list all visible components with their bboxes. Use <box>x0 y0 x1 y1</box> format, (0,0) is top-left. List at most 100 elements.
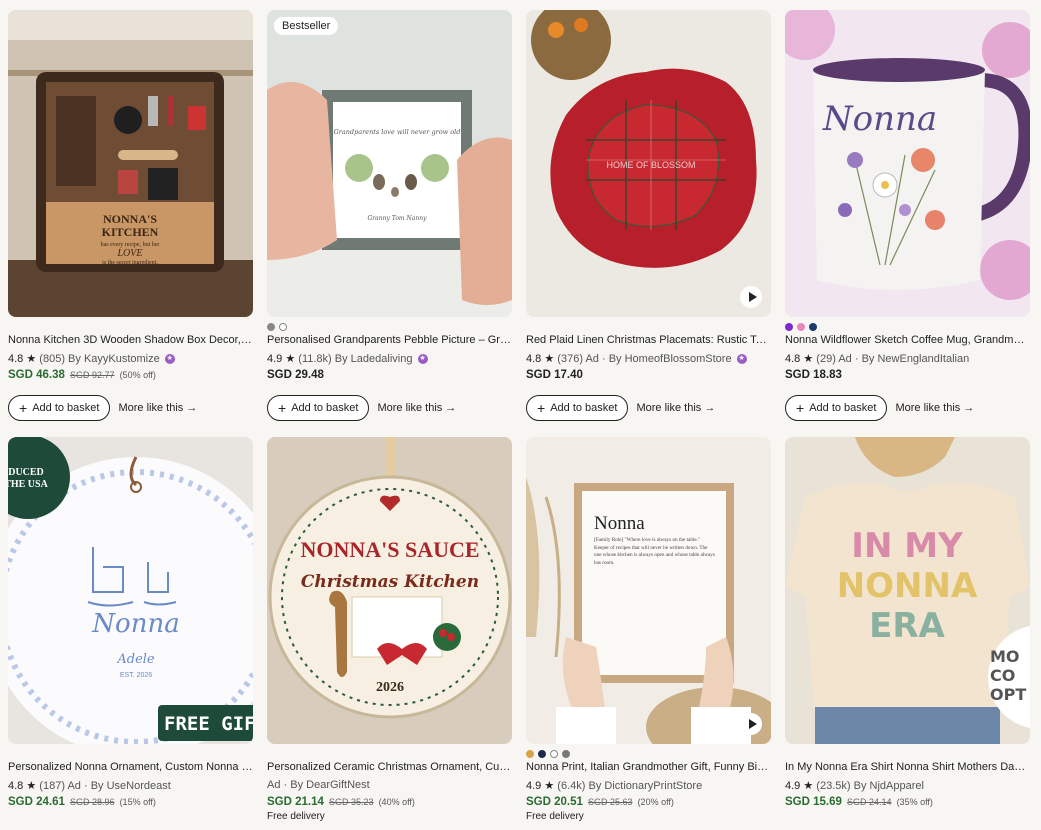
product-title[interactable]: Nonna Print, Italian Grandmother Gift, F… <box>526 761 771 773</box>
star-icon: ★ <box>803 780 814 792</box>
discount: (50% off) <box>119 370 156 380</box>
add-to-basket-button[interactable]: + Add to basket <box>8 395 111 421</box>
seller-name[interactable]: By DearGiftNest <box>290 779 369 791</box>
swatch[interactable] <box>550 750 558 758</box>
product-card[interactable]: NONNA'S KITCHEN has every recipe, but he… <box>8 10 253 421</box>
product-rating: 4.8 ★ (805) By KayyKustomize ★ <box>8 352 175 365</box>
product-title[interactable]: In My Nonna Era Shirt Nonna Shirt Mother… <box>785 761 1030 773</box>
print-text: [Family Role] "Where love is always on t… <box>594 537 715 566</box>
star-icon: ★ <box>544 353 555 365</box>
card-actions: + Add to basket More like this → <box>8 395 197 421</box>
discount: (20% off) <box>637 797 674 807</box>
free-delivery-label: Free delivery <box>526 811 584 822</box>
swatch[interactable] <box>267 323 275 331</box>
badge-text: MO CO OPT <box>990 647 1027 704</box>
link-label: More like this <box>377 402 443 414</box>
seller-name[interactable]: By KayyKustomize <box>68 353 160 365</box>
separator: · <box>83 780 88 792</box>
product-title[interactable]: Nonna Kitchen 3D Wooden Shadow Box Decor… <box>8 334 253 346</box>
product-price: SGD 20.51 SGD 25.63 (20% off) <box>526 796 674 808</box>
swatch[interactable] <box>809 323 817 331</box>
ornament-text: Adele <box>116 652 155 667</box>
seller-name[interactable]: By HomeofBlossomStore <box>609 353 732 365</box>
seller-name[interactable]: By UseNordeast <box>91 780 171 792</box>
product-image[interactable]: Grandparents love will never grow old Gr… <box>267 10 512 317</box>
link-label: More like this <box>895 402 961 414</box>
star-icon: ★ <box>544 780 555 792</box>
more-like-this-link[interactable]: More like this → <box>895 402 974 414</box>
product-price: SGD 18.83 <box>785 369 842 381</box>
seller-name[interactable]: By NewEnglandItalian <box>862 353 970 365</box>
free-delivery-label: Free delivery <box>267 811 325 822</box>
card-actions: + Add to basket More like this → <box>267 395 456 421</box>
product-image[interactable]: NONNA'S KITCHEN has every recipe, but he… <box>8 10 253 317</box>
swatch[interactable] <box>797 323 805 331</box>
art-text: KITCHEN <box>102 225 159 239</box>
product-title[interactable]: Nonna Wildflower Sketch Coffee Mug, Gran… <box>785 334 1030 346</box>
seller-name[interactable]: By DictionaryPrintStore <box>588 780 702 792</box>
product-card[interactable]: HOME OF BLOSSOM Red Plaid Linen Christma… <box>526 10 771 421</box>
review-count: (23.5k) <box>816 780 851 792</box>
add-to-basket-button[interactable]: + Add to basket <box>526 395 629 421</box>
product-card[interactable]: NONNA'S SAUCE Christmas Kitchen 2026 Per… <box>267 437 512 822</box>
play-video-icon[interactable] <box>740 286 762 308</box>
price: SGD 18.83 <box>785 369 842 381</box>
product-rating: 4.8 ★ (187) Ad · By UseNordeast <box>8 779 171 792</box>
ornament-text: NONNA'S SAUCE <box>300 537 479 562</box>
star-icon: ★ <box>803 353 814 365</box>
add-to-basket-button[interactable]: + Add to basket <box>267 395 370 421</box>
arrow-right-icon: → <box>963 402 975 414</box>
product-card[interactable]: Nonna Adele EST. 2026 DUCED THE USA FREE… <box>8 437 253 808</box>
ad-label: Ad <box>67 780 81 792</box>
swatch[interactable] <box>785 323 793 331</box>
product-image[interactable]: Nonna <box>785 10 1030 317</box>
shirt-text: ERA <box>869 606 945 646</box>
product-image[interactable]: Nonna [Family Role] "Where love is alway… <box>526 437 771 744</box>
product-image[interactable]: IN MY NONNA ERA MO CO OPT <box>785 437 1030 744</box>
product-rating: 4.9 ★ (11.8k) By Ladedaliving ★ <box>267 352 428 365</box>
product-title[interactable]: Personalised Grandparents Pebble Picture… <box>267 334 512 346</box>
product-title[interactable]: Personalized Ceramic Christmas Ornament,… <box>267 761 512 773</box>
button-label: Add to basket <box>550 402 618 414</box>
product-card[interactable]: Nonna [Family Role] "Where love is alway… <box>526 437 771 822</box>
product-rating: Ad · By DearGiftNest <box>267 779 370 791</box>
product-card[interactable]: Nonna Nonna Wildflower Sketch Coffee Mug… <box>785 10 1030 421</box>
more-like-this-link[interactable]: More like this → <box>377 402 456 414</box>
art-text: is the secret ingredient. <box>102 260 158 266</box>
product-price: SGD 21.14 SGD 35.23 (40% off) <box>267 796 415 808</box>
product-image[interactable]: Nonna Adele EST. 2026 DUCED THE USA FREE… <box>8 437 253 744</box>
art-text: LOVE <box>117 248 143 259</box>
more-like-this-link[interactable]: More like this → <box>636 402 715 414</box>
product-card[interactable]: Grandparents love will never grow old Gr… <box>267 10 512 421</box>
swatch[interactable] <box>526 750 534 758</box>
color-swatches <box>785 323 817 331</box>
product-title[interactable]: Red Plaid Linen Christmas Placemats: Rus… <box>526 334 771 346</box>
color-swatches <box>526 750 570 758</box>
discount: (15% off) <box>119 797 156 807</box>
product-image[interactable]: HOME OF BLOSSOM <box>526 10 771 317</box>
product-card[interactable]: IN MY NONNA ERA MO CO OPT In My Nonna Er… <box>785 437 1030 808</box>
star-seller-icon: ★ <box>164 354 175 365</box>
product-title[interactable]: Personalized Nonna Ornament, Custom Nonn… <box>8 761 253 773</box>
product-rating: 4.8 ★ (376) Ad · By HomeofBlossomStore ★ <box>526 352 747 365</box>
ornament-text: Nonna <box>91 609 179 639</box>
more-like-this-link[interactable]: More like this → <box>118 402 197 414</box>
rating-value: 4.9 <box>526 780 542 792</box>
review-count: (29) <box>816 353 836 365</box>
seller-name[interactable]: By Ladedaliving <box>335 353 413 365</box>
button-label: Add to basket <box>809 402 877 414</box>
add-to-basket-button[interactable]: + Add to basket <box>785 395 888 421</box>
swatch[interactable] <box>279 323 287 331</box>
arrow-right-icon: → <box>704 402 716 414</box>
swatch[interactable] <box>538 750 546 758</box>
star-seller-icon: ★ <box>736 354 747 365</box>
swatch[interactable] <box>562 750 570 758</box>
ad-label: Ad <box>838 353 852 365</box>
sale-price: SGD 20.51 <box>526 796 583 808</box>
product-price: SGD 17.40 <box>526 369 583 381</box>
plus-icon: + <box>278 400 287 416</box>
product-image[interactable]: NONNA'S SAUCE Christmas Kitchen 2026 <box>267 437 512 744</box>
seller-name[interactable]: By NjdApparel <box>854 780 924 792</box>
plus-icon: + <box>796 400 805 416</box>
play-video-icon[interactable] <box>740 713 762 735</box>
